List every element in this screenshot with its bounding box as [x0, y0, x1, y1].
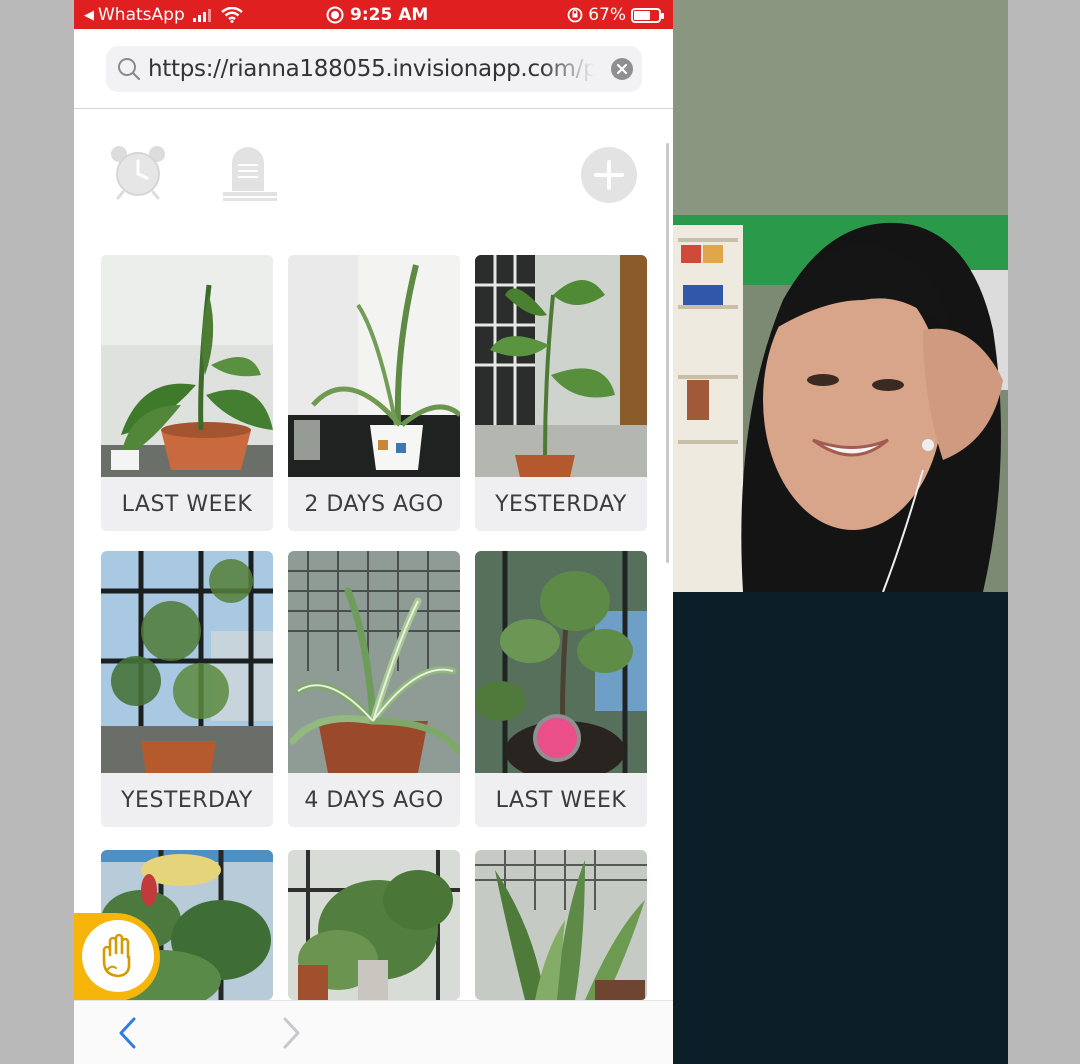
time-label: 9:25 AM	[350, 5, 429, 25]
participant-video	[673, 0, 1008, 592]
card-label: 2 DAYS AGO	[288, 477, 460, 531]
search-icon	[118, 58, 141, 81]
plant-photo	[101, 255, 273, 477]
battery-icon	[631, 7, 664, 23]
plant-card[interactable]: 2 DAYS AGO	[288, 255, 460, 531]
battery-fill	[634, 10, 650, 20]
chevron-left-icon[interactable]	[116, 1016, 138, 1050]
recording-icon	[326, 6, 344, 24]
plant-photo	[288, 850, 460, 1000]
plant-card[interactable]: YESTERDAY	[101, 551, 273, 827]
card-label: YESTERDAY	[101, 773, 273, 827]
hand-icon	[102, 933, 131, 978]
plant-card[interactable]: LAST WEEK	[475, 551, 647, 827]
tombstone-icon[interactable]	[220, 143, 280, 203]
plant-card[interactable]	[475, 850, 647, 1000]
plant-photo	[101, 551, 273, 773]
battery-percent: 67%	[588, 5, 626, 25]
alarm-clock-icon[interactable]	[108, 142, 168, 202]
wifi-icon	[220, 7, 243, 23]
plant-card[interactable]: LAST WEEK	[101, 255, 273, 531]
card-label: LAST WEEK	[475, 773, 647, 827]
raise-hand-button[interactable]	[74, 913, 160, 1001]
left-margin	[0, 0, 74, 1064]
back-triangle-icon: ◀	[84, 7, 94, 23]
signal-icon	[192, 8, 211, 22]
plant-photo	[288, 551, 460, 773]
url-text[interactable]: https://rianna188055.invisionapp.com/pub…	[148, 56, 594, 82]
right-margin	[1008, 0, 1080, 1064]
status-bar: ◀ WhatsApp 9:25 AM 67%	[74, 0, 673, 29]
back-app-label: WhatsApp	[98, 5, 185, 25]
address-bar[interactable]: https://rianna188055.invisionapp.com/pub…	[106, 46, 642, 92]
battery-area: 67%	[567, 5, 664, 25]
hand-badge	[82, 920, 154, 992]
back-to-app[interactable]: ◀ WhatsApp	[84, 5, 243, 25]
plant-photo	[288, 255, 460, 477]
clear-url-icon[interactable]	[610, 57, 634, 81]
plant-photo	[475, 850, 647, 1000]
orientation-lock-icon	[567, 7, 583, 23]
add-circle-icon[interactable]	[580, 146, 638, 204]
plant-card[interactable]	[288, 850, 460, 1000]
card-label: LAST WEEK	[101, 477, 273, 531]
scrollbar[interactable]	[666, 143, 669, 563]
url-divider	[74, 108, 673, 109]
phone-screen: ◀ WhatsApp 9:25 AM 67% https://rianna188…	[74, 0, 673, 1064]
video-call-pane	[673, 0, 1008, 1064]
plant-photo	[475, 551, 647, 773]
card-label: YESTERDAY	[475, 477, 647, 531]
browser-toolbar	[74, 1000, 673, 1064]
card-label: 4 DAYS AGO	[288, 773, 460, 827]
clock: 9:25 AM	[326, 5, 428, 25]
plant-photo	[475, 255, 647, 477]
chevron-right-icon[interactable]	[281, 1016, 303, 1050]
plant-card[interactable]: YESTERDAY	[475, 255, 647, 531]
plant-card[interactable]: 4 DAYS AGO	[288, 551, 460, 827]
